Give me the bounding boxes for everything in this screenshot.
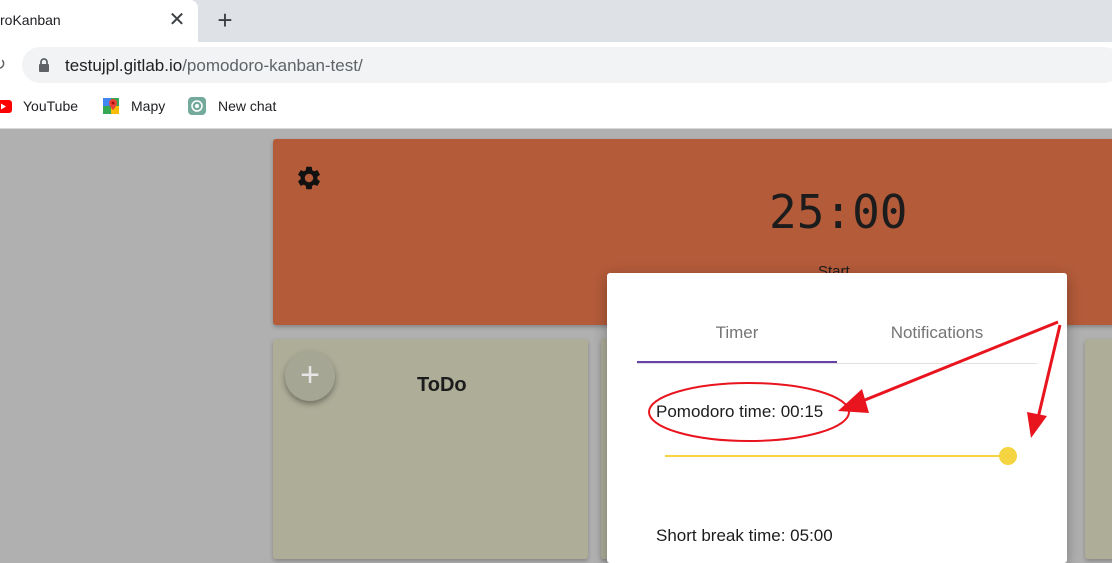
todo-column: + ToDo (273, 339, 588, 559)
close-tab-icon[interactable]: ✕ (166, 9, 188, 31)
gear-icon[interactable] (295, 164, 323, 192)
pomodoro-time-label: Pomodoro time: 00:15 (656, 402, 824, 421)
tab-title: roKanban (0, 12, 61, 28)
bookmarks-bar: YouTube Mapy New chat (0, 88, 1112, 129)
settings-dialog: Timer Notifications Pomodoro time: 00:15… (607, 273, 1067, 563)
url-text: testujpl.gitlab.io/pomodoro-kanban-test/ (65, 56, 363, 76)
bookmark-mapy[interactable]: Mapy (100, 97, 175, 119)
reload-icon[interactable]: ↻ (0, 54, 9, 74)
url-path: /pomodoro-kanban-test/ (182, 56, 363, 75)
bookmark-label: YouTube (23, 98, 79, 114)
pomodoro-slider-thumb[interactable] (999, 447, 1017, 465)
kanban-column (1085, 339, 1112, 559)
bookmark-new-chat[interactable]: New chat (186, 97, 286, 119)
bookmark-label: Mapy (131, 98, 166, 114)
address-bar[interactable]: testujpl.gitlab.io/pomodoro-kanban-test/ (22, 47, 1112, 83)
chatgpt-icon (188, 97, 206, 115)
add-task-button[interactable]: + (285, 351, 335, 401)
browser-toolbar: ↻ testujpl.gitlab.io/pomodoro-kanban-tes… (0, 42, 1112, 88)
pomodoro-slider-track[interactable] (665, 455, 1009, 457)
browser-tab[interactable]: roKanban ✕ (0, 0, 198, 42)
tab-strip: roKanban ✕ + (0, 0, 1112, 42)
bookmark-label: New chat (218, 98, 277, 114)
new-tab-button[interactable]: + (212, 7, 238, 34)
column-title: ToDo (417, 374, 467, 396)
youtube-icon (0, 100, 12, 113)
tab-notifications[interactable]: Notifications (837, 309, 1037, 363)
lock-icon (39, 58, 49, 72)
short-break-time-label: Short break time: 05:00 (656, 526, 833, 545)
maps-icon (103, 98, 119, 114)
timer-display: 25:00 (769, 185, 908, 239)
bookmark-youtube[interactable]: YouTube (0, 97, 90, 119)
settings-tabs: Timer Notifications (637, 309, 1037, 364)
url-host: testujpl.gitlab.io (65, 56, 183, 75)
tab-timer[interactable]: Timer (637, 309, 837, 363)
